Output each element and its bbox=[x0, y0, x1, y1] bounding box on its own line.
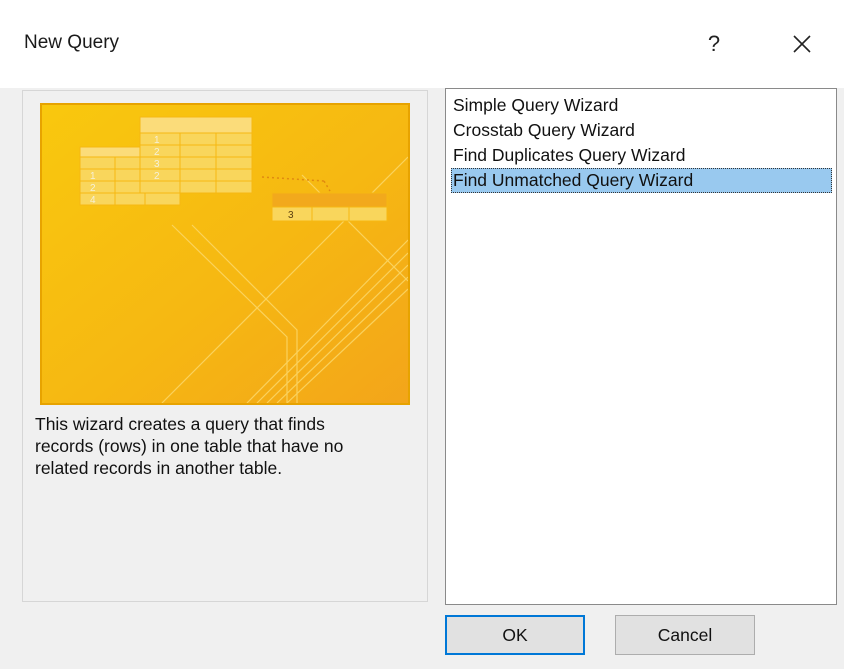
wizard-list[interactable]: Simple Query Wizard Crosstab Query Wizar… bbox=[445, 88, 837, 605]
wizard-info-panel: 1 2 4 1 2 3 2 3 This wizard creates a qu… bbox=[22, 90, 428, 602]
list-item-find-duplicates-query-wizard[interactable]: Find Duplicates Query Wizard bbox=[451, 143, 832, 168]
ok-button[interactable]: OK bbox=[445, 615, 585, 655]
dialog-title: New Query bbox=[24, 32, 120, 53]
help-button[interactable]: ? bbox=[692, 22, 736, 66]
close-button[interactable] bbox=[780, 22, 824, 66]
table-number: 2 bbox=[90, 183, 96, 194]
table-number: 1 bbox=[154, 135, 160, 146]
table-number: 2 bbox=[154, 171, 160, 182]
list-item-simple-query-wizard[interactable]: Simple Query Wizard bbox=[451, 93, 832, 118]
list-item-crosstab-query-wizard[interactable]: Crosstab Query Wizard bbox=[451, 118, 832, 143]
new-query-dialog: New Query ? 1 2 4 1 2 3 2 3 This wizard … bbox=[0, 0, 844, 669]
table-number: 3 bbox=[288, 210, 294, 221]
table-number: 2 bbox=[154, 147, 160, 158]
close-icon bbox=[793, 35, 811, 53]
title-bar: New Query ? bbox=[0, 0, 844, 88]
table-number: 1 bbox=[90, 171, 96, 182]
table-number: 3 bbox=[154, 159, 160, 170]
query-wizard-illustration: 1 2 4 1 2 3 2 3 bbox=[42, 105, 408, 403]
cancel-button[interactable]: Cancel bbox=[615, 615, 755, 655]
list-item-find-unmatched-query-wizard[interactable]: Find Unmatched Query Wizard bbox=[451, 168, 832, 193]
wizard-description: This wizard creates a query that finds r… bbox=[35, 414, 344, 478]
table-number: 4 bbox=[90, 195, 96, 206]
wizard-preview-image: 1 2 4 1 2 3 2 3 bbox=[40, 103, 410, 405]
